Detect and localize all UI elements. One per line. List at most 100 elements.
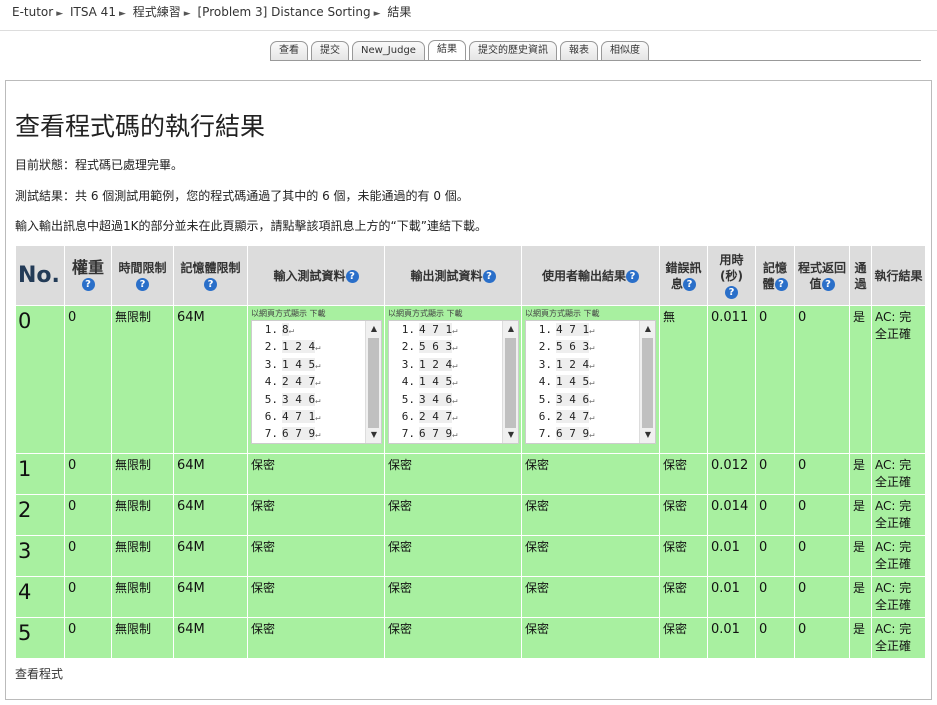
line-text: 6 7 9: [419, 427, 453, 441]
tab-report[interactable]: 報表: [559, 41, 598, 61]
return-arrow-icon: ↵: [589, 343, 595, 354]
return-arrow-icon: ↵: [452, 378, 458, 389]
header-time-label: 用時(秒): [719, 252, 744, 283]
cell-result: AC: 完全正確: [871, 453, 926, 495]
return-arrow-icon: ↵: [589, 360, 595, 371]
cell-memory: 0: [755, 576, 795, 618]
page-title: 查看程式碼的執行結果: [15, 112, 266, 141]
line-number: 3.: [538, 357, 552, 371]
scroll-thumb[interactable]: [505, 338, 516, 428]
line-text: 5 6 3: [556, 340, 590, 354]
cell-user-output: 保密: [521, 494, 660, 536]
cell-input: 以網頁方式顯示 下載 1. 8↵ 2. 1 2 4↵ 3. 1 4 5↵ 4. 2 4 7↵ 5.…: [247, 305, 385, 454]
cell-memory-limit: 64M: [173, 576, 248, 618]
status-line: 目前狀態：程式碼已處理完畢。: [15, 158, 184, 172]
header-weight-label: 權重: [71, 257, 104, 277]
question-circle-icon[interactable]: ?: [626, 269, 639, 283]
tab-bar: 查看 提交 New_Judge 結果 提交的歷史資訊 報表 相似度: [270, 40, 649, 61]
line-number: 6.: [401, 410, 415, 424]
line-text: 4 7 1: [556, 323, 590, 336]
question-circle-icon[interactable]: ?: [683, 277, 696, 291]
results-table: No. 權重? 時間限制? 記憶體限制? 輸入測試資料? 輸出測試資料? 使用者…: [15, 245, 926, 659]
breadcrumb-itsa41[interactable]: ITSA 41: [70, 5, 116, 19]
io-line: 7. 6 7 9↵: [534, 426, 655, 443]
cell-time-limit: 無限制: [111, 305, 174, 454]
cell-error: 保密: [659, 453, 708, 495]
cell-output: 保密: [384, 494, 522, 536]
scroll-down-arrow-icon[interactable]: ▼: [640, 427, 655, 443]
tab-view[interactable]: 查看: [270, 41, 308, 61]
line-text: 1 4 5: [419, 375, 453, 389]
cell-weight: 0: [64, 453, 112, 495]
line-text: 1 2 4: [556, 357, 590, 371]
question-circle-icon[interactable]: ?: [482, 269, 496, 283]
cell-time: 0.012: [707, 453, 756, 495]
line-text: 6 7 9: [282, 427, 316, 441]
header-input-label: 輸入測試資料: [273, 268, 346, 283]
scroll-thumb[interactable]: [642, 338, 653, 428]
line-text: 3 4 6: [556, 392, 590, 406]
question-circle-icon[interactable]: ?: [81, 277, 95, 291]
return-arrow-icon: ↵: [589, 378, 595, 389]
vertical-scrollbar[interactable]: ▲ ▼: [365, 321, 381, 443]
cell-input: 保密: [247, 535, 385, 577]
tab-submission-history[interactable]: 提交的歷史資訊: [468, 41, 557, 61]
breadcrumb-etutor[interactable]: E-tutor: [12, 5, 53, 19]
io-line: 4. 2 4 7↵: [260, 374, 381, 391]
scroll-down-arrow-icon[interactable]: ▼: [366, 427, 381, 443]
io-caption-links[interactable]: 以網頁方式顯示 下載: [388, 309, 518, 319]
return-arrow-icon: ↵: [315, 413, 321, 424]
return-arrow-icon: ↵: [589, 326, 595, 336]
tab-results[interactable]: 結果: [427, 40, 466, 61]
return-arrow-icon: ↵: [589, 395, 595, 406]
question-circle-icon[interactable]: ?: [774, 277, 788, 291]
io-textarea[interactable]: 1. 4 7 1↵ 2. 5 6 3↵ 3. 1 2 4↵ 4. 1 4 5↵ 5. 3 4 6↵…: [525, 320, 656, 444]
breadcrumb-problem[interactable]: [Problem 3] Distance Sorting: [197, 5, 370, 19]
io-textarea[interactable]: 1. 8↵ 2. 1 2 4↵ 3. 1 4 5↵ 4. 2 4 7↵ 5. 3 4 6↵ 6. 4 …: [251, 320, 382, 444]
io-caption-links[interactable]: 以網頁方式顯示 下載: [251, 309, 381, 319]
tab-similarity[interactable]: 相似度: [600, 41, 649, 61]
return-arrow-icon: ↵: [452, 395, 458, 406]
main-content: 查看程式碼的執行結果 目前狀態：程式碼已處理完畢。 測試結果：共 6 個測試用範…: [5, 80, 932, 700]
view-code-link[interactable]: 查看程式: [15, 665, 63, 682]
tab-submit[interactable]: 提交: [311, 41, 349, 61]
return-arrow-icon: ↵: [315, 360, 321, 371]
line-number: 7.: [401, 427, 415, 441]
io-line: 4. 1 4 5↵: [397, 374, 518, 391]
question-circle-icon[interactable]: ?: [821, 277, 835, 291]
scroll-up-arrow-icon[interactable]: ▲: [640, 321, 655, 337]
scroll-down-arrow-icon[interactable]: ▼: [503, 427, 518, 443]
question-circle-icon[interactable]: ?: [725, 285, 738, 299]
io-line: 2. 1 2 4↵: [260, 339, 381, 356]
cell-weight: 0: [64, 494, 112, 536]
cell-memory-limit: 64M: [173, 305, 248, 454]
line-text: 5 6 3: [419, 340, 453, 354]
scroll-thumb[interactable]: [368, 338, 379, 428]
line-number: 7.: [264, 427, 278, 441]
line-number: 3.: [264, 357, 278, 371]
question-circle-icon[interactable]: ?: [345, 269, 359, 283]
vertical-scrollbar[interactable]: ▲ ▼: [639, 321, 655, 443]
io-textarea[interactable]: 1. 4 7 1↵ 2. 5 6 3↵ 3. 1 2 4↵ 4. 1 4 5↵ 5. 3 4 6↵…: [388, 320, 519, 444]
scroll-up-arrow-icon[interactable]: ▲: [366, 321, 381, 337]
io-caption-links[interactable]: 以網頁方式顯示 下載: [525, 309, 656, 319]
note-line: 輸入輸出訊息中超過1K的部分並未在此頁顯示，請點擊該項訊息上方的“下載”連結下載…: [15, 219, 487, 233]
io-line: 6. 2 4 7↵: [397, 409, 518, 426]
cell-time: 0.014: [707, 494, 756, 536]
io-line: 4. 1 4 5↵: [534, 374, 655, 391]
breadcrumb-separator: ►: [373, 9, 381, 19]
cell-return-value: 0: [794, 617, 850, 659]
cell-memory: 0: [755, 453, 795, 495]
tab-divider: [270, 60, 921, 61]
breadcrumb-practice[interactable]: 程式練習: [133, 5, 181, 19]
return-arrow-icon: ↵: [452, 413, 458, 424]
scroll-up-arrow-icon[interactable]: ▲: [503, 321, 518, 337]
question-circle-icon[interactable]: ?: [204, 277, 217, 291]
return-arrow-icon: ↵: [452, 343, 458, 354]
vertical-scrollbar[interactable]: ▲ ▼: [502, 321, 518, 443]
cell-result: AC: 完全正確: [871, 617, 926, 659]
tab-new-judge[interactable]: New_Judge: [352, 41, 425, 61]
cell-result: AC: 完全正確: [871, 305, 926, 454]
cell-pass: 是: [849, 617, 872, 659]
question-circle-icon[interactable]: ?: [136, 277, 149, 291]
